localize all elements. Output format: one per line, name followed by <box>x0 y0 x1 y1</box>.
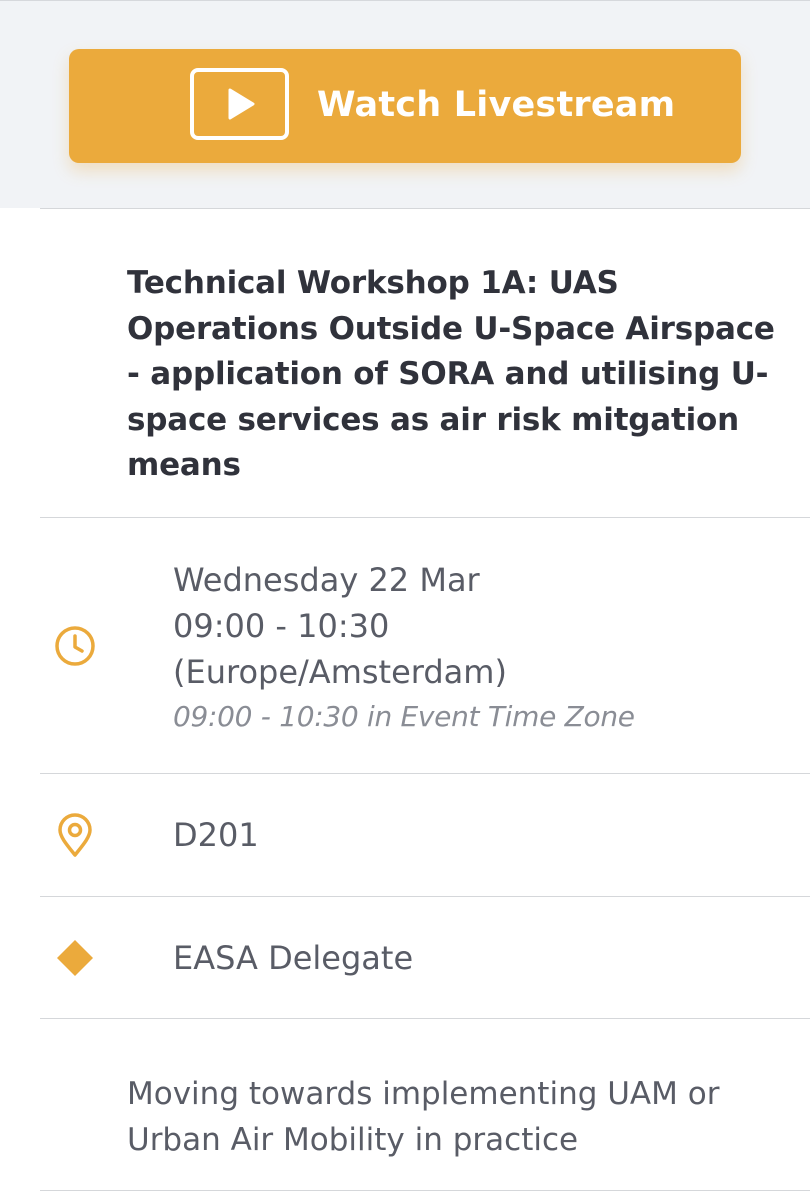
session-time: Wednesday 22 Mar 09:00 - 10:30 (Europe/A… <box>173 557 793 739</box>
clock-icon <box>51 622 99 670</box>
session-title-line: space services as air risk mitgation <box>127 401 740 438</box>
divider <box>40 1018 810 1019</box>
session-timezone: (Europe/Amsterdam) <box>173 653 507 691</box>
session-time-range: 09:00 - 10:30 <box>173 607 390 645</box>
session-detail-page: Watch Livestream Technical Workshop 1A: … <box>0 0 810 1200</box>
session-audience: EASA Delegate <box>173 939 414 977</box>
divider <box>40 896 810 897</box>
watch-livestream-button[interactable]: Watch Livestream <box>69 49 741 163</box>
divider <box>40 517 810 518</box>
event-time-zone: 09:00 - 10:30 in Event Time Zone <box>173 700 635 733</box>
session-title: Technical Workshop 1A: UAS Operations Ou… <box>127 261 787 489</box>
play-icon <box>190 68 289 140</box>
diamond-icon <box>51 934 99 982</box>
session-title-line: Technical Workshop 1A: UAS <box>127 265 619 301</box>
divider <box>40 773 810 774</box>
map-pin-icon <box>51 811 99 859</box>
livestream-header: Watch Livestream <box>0 0 810 208</box>
divider <box>40 1190 810 1191</box>
watch-livestream-label: Watch Livestream <box>317 85 676 125</box>
description-line: Urban Air Mobility in practice <box>127 1122 579 1158</box>
session-location[interactable]: D201 <box>173 812 259 858</box>
session-date: Wednesday 22 Mar <box>173 561 480 599</box>
description-line: Moving towards implementing UAM or <box>127 1076 720 1112</box>
divider <box>40 208 810 209</box>
session-title-line: - application of SORA and utilising U- <box>127 356 769 392</box>
session-title-line: means <box>127 447 241 483</box>
session-description: Moving towards implementing UAM or Urban… <box>127 1071 797 1163</box>
session-title-line: Operations Outside U-Space Airspace <box>127 310 775 347</box>
